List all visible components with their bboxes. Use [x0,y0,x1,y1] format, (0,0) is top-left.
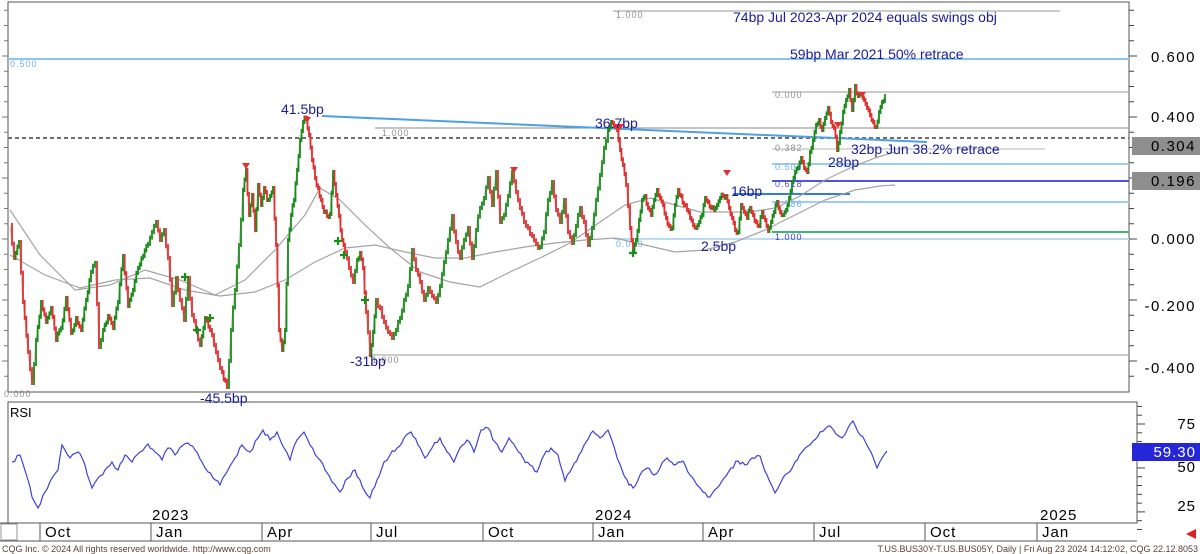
fib-level-label[interactable]: 1.000 [382,128,410,138]
month-label: Oct [930,524,956,541]
year-label: 2024 [595,507,632,524]
month-label: Jul [376,524,398,541]
x-axis[interactable]: OctJanAprJulOctJanAprJulOctJan2023202420… [0,507,1196,541]
price-series [10,86,885,387]
chart-annotation[interactable]: 32bp Jun 38.2% retrace [851,141,1000,157]
price-axis[interactable]: 0.600 0.400 0.304 0.196 0.000 -0.200 -0.400 [2,10,1200,377]
rsi-title: RSI [10,405,32,420]
price-axis-label: 0.400 [1151,109,1196,126]
copyright-text: CQG Inc. © 2024 All rights reserved worl… [0,544,271,554]
price-connector [10,86,885,387]
buy-plus-icon[interactable] [334,237,342,245]
price-axis-label: -0.200 [1144,298,1196,315]
chart-annotation[interactable]: 59bp Mar 2021 50% retrace [790,46,964,62]
fib-level-label[interactable]: 0.382 [775,143,803,153]
chart-annotations[interactable]: 74bp Jul 2023-Apr 2024 equals swings obj… [200,9,1000,406]
chart-annotation[interactable]: 16bp [731,183,762,199]
month-label: Apr [708,524,734,541]
sell-arrow-icon[interactable] [242,163,250,169]
price-axis-label: 0.196 [1151,173,1196,190]
symbol-session-text: T.US.BUS30Y-T.US.BUS05Y, Daily | Fri Aug… [877,544,1200,554]
year-label: 2025 [1040,507,1077,524]
month-label: Apr [267,524,293,541]
fib-level-label[interactable]: 0.000 [775,90,803,100]
month-label: Jan [156,524,183,541]
scroll-left-arrow-icon[interactable] [1186,529,1196,539]
fib-level-label[interactable]: 0.500 [10,59,38,69]
ma-line-2 [10,185,895,296]
fib-level-label[interactable]: 1.000 [775,232,803,242]
buy-plus-icon[interactable] [193,326,201,334]
panel-frames [8,2,1137,523]
cqg-chart-window: 0.5001.0000.0001.0000.3820.5000.6180.786… [0,0,1200,554]
status-bar: CQG Inc. © 2024 All rights reserved worl… [0,543,1200,554]
month-label: Oct [45,524,71,541]
chart-annotation[interactable]: 28bp [828,154,859,170]
rsi-current-value: 59.30 [1153,444,1196,461]
chart-annotation[interactable]: 74bp Jul 2023-Apr 2024 equals swings obj [733,9,997,25]
chart-annotation[interactable]: -45.5bp [200,390,248,406]
rsi-line [12,421,887,508]
chart-annotation[interactable]: 36.7bp [595,115,638,131]
fib-level-label[interactable]: 0.618 [775,179,803,189]
chart-annotation[interactable]: 41.5bp [281,101,324,117]
price-axis-label: 0.000 [1151,231,1196,248]
fib-level-label[interactable]: 0.000 [4,389,32,399]
month-label: Jan [598,524,625,541]
chart-annotation[interactable]: -31bp [350,353,386,369]
sell-arrow-icon[interactable] [723,170,731,176]
price-axis-label: 0.600 [1151,49,1196,66]
month-label: Jan [1042,524,1069,541]
fib-level-label[interactable]: 1.000 [616,10,644,20]
buy-plus-icon[interactable] [629,249,637,257]
month-label: Jul [819,524,841,541]
price-axis-label: -0.400 [1144,360,1196,377]
chart-canvas: 0.5001.0000.0001.0000.3820.5000.6180.786… [0,0,1200,543]
buy-plus-icon[interactable] [361,296,369,304]
price-axis-label: 0.304 [1151,138,1196,155]
fib-and-user-lines[interactable] [8,11,1129,355]
rsi-axis-label: 25 [1177,498,1196,515]
chart-annotation[interactable]: 2.5bp [701,238,736,254]
corner-box[interactable] [1,524,17,540]
year-label: 2023 [152,507,189,524]
month-label: Oct [488,524,514,541]
rsi-axis-label: 50 [1177,459,1196,476]
rsi-axis-label: 75 [1177,416,1196,433]
